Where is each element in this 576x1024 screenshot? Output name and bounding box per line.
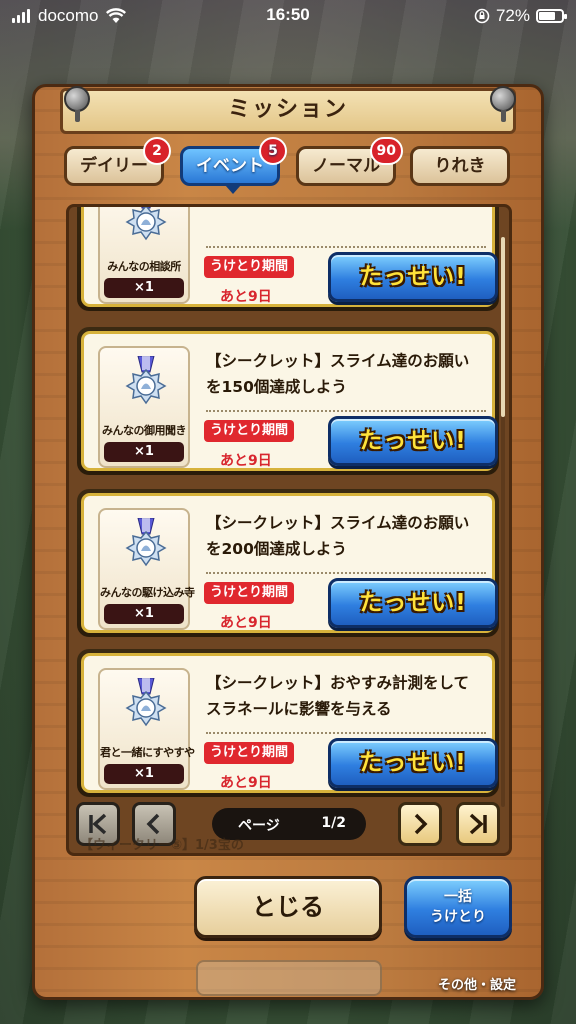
mission-description: 【シークレット】おやすみ計測をして スラネールに影響を与える <box>206 670 490 722</box>
mission-card-body: みんなの駆け込み寺 ×1 【シークレット】スライム達のお願い を200個達成しよ… <box>81 493 498 633</box>
medal-icon <box>125 207 167 241</box>
mission-card: みんなの御用聞き ×1 【シークレット】スライム達のお願い を150個達成しよう… <box>77 327 499 475</box>
divider <box>206 410 486 412</box>
reward-name: みんなの御用聞き <box>102 424 187 437</box>
other-settings-link[interactable]: その他・設定 <box>438 974 516 993</box>
chevron-left-icon <box>146 813 160 835</box>
achieve-button[interactable]: たっせい! <box>328 578 498 628</box>
mission-description-line1: 【シークレット】スライム達のお願い <box>206 352 470 370</box>
divider <box>206 572 486 574</box>
partially-hidden-mission: 【ウィークリー⑤】1/3宝の <box>80 838 244 853</box>
status-right: 72% <box>474 6 567 26</box>
period-label: うけとり期間 <box>204 420 295 442</box>
orientation-lock-icon <box>474 8 490 24</box>
mission-card-body: みんなの御用聞き ×1 【シークレット】スライム達のお願い を150個達成しよう… <box>81 331 498 471</box>
reward-quantity: ×1 <box>104 764 184 784</box>
reward-name: 君と一緒にすやすや <box>100 746 195 759</box>
scrollbar[interactable] <box>501 237 505 807</box>
divider <box>206 732 486 734</box>
medal-icon <box>125 678 167 727</box>
medal-icon <box>125 356 167 405</box>
remaining-days: あと9日 <box>220 289 272 305</box>
badge-count: 5 <box>259 137 287 165</box>
mission-description-line2: を150個達成しよう <box>206 378 347 396</box>
period-label: うけとり期間 <box>204 742 295 764</box>
remaining-days: あと9日 <box>220 615 272 631</box>
mission-list[interactable]: みんなの相談所 ×1 を100個達成しよう うけとり期間 あと9日 たっせい! <box>66 204 512 856</box>
reward-box: みんなの駆け込み寺 ×1 <box>98 508 195 630</box>
tab-label: ノーマル <box>312 156 380 176</box>
reward-quantity: ×1 <box>104 278 184 298</box>
mission-description-line2: スラネールに影響を与える <box>206 700 392 718</box>
mission-description: 【シークレット】スライム達のお願い を200個達成しよう <box>206 510 490 562</box>
reward-name: みんなの相談所 <box>107 260 181 273</box>
reward-box: みんなの相談所 ×1 <box>98 207 190 304</box>
mission-description-line1: 【シークレット】おやすみ計測をして <box>206 674 470 692</box>
mission-list-inner: みんなの相談所 ×1 を100個達成しよう うけとり期間 あと9日 たっせい! <box>69 207 509 853</box>
badge-count: 2 <box>143 137 171 165</box>
reward-name: みんなの駆け込み寺 <box>100 586 195 599</box>
divider <box>206 246 486 248</box>
reward-quantity: ×1 <box>104 604 184 624</box>
last-page-icon <box>469 813 487 835</box>
mission-description-line1: 【シークレット】スライム達のお願い <box>206 514 470 532</box>
first-page-icon <box>89 813 107 835</box>
pin-left-icon <box>64 86 90 122</box>
mission-description-line1: を100個達成しよう <box>206 207 490 210</box>
reward-quantity: ×1 <box>104 442 184 462</box>
status-bar: docomo 16:50 72% <box>0 0 576 34</box>
mission-description: を100個達成しよう <box>206 207 490 210</box>
mission-description: 【シークレット】スライム達のお願い を150個達成しよう <box>206 348 490 400</box>
badge-count: 90 <box>369 137 403 165</box>
achieve-button[interactable]: たっせい! <box>328 252 498 302</box>
battery-fill <box>539 12 555 20</box>
remaining-days: あと9日 <box>220 453 272 469</box>
achieve-button[interactable]: たっせい! <box>328 416 498 466</box>
chevron-right-icon <box>414 813 428 835</box>
reward-box: 君と一緒にすやすや ×1 <box>98 668 195 790</box>
collect-all-line2: うけとり <box>430 909 486 925</box>
pin-right-icon <box>490 86 516 122</box>
mission-card: みんなの駆け込み寺 ×1 【シークレット】スライム達のお願い を200個達成しよ… <box>77 489 499 637</box>
page-number: 1/2 <box>321 815 346 831</box>
mission-card-body: みんなの相談所 ×1 を100個達成しよう うけとり期間 あと9日 たっせい! <box>81 207 498 307</box>
tab-event[interactable]: イベント 5 <box>180 137 287 194</box>
mission-description-line2: を200個達成しよう <box>206 540 347 558</box>
page-title: ミッション <box>60 88 516 134</box>
medal-icon <box>125 518 167 567</box>
mission-card: みんなの相談所 ×1 を100個達成しよう うけとり期間 あと9日 たっせい! <box>77 207 499 311</box>
tab-normal[interactable]: ノーマル 90 <box>296 137 403 186</box>
scrollbar-thumb[interactable] <box>501 237 505 417</box>
tab-daily[interactable]: デイリー 2 <box>64 137 171 186</box>
reward-box: みんなの御用聞き ×1 <box>98 346 190 468</box>
collect-all-button[interactable]: 一括 うけとり <box>404 876 512 938</box>
tab-label: イベント <box>196 156 264 176</box>
page-label: ページ <box>238 818 280 834</box>
background-menu-bar <box>196 960 382 996</box>
battery-percent: 72% <box>495 6 530 25</box>
period-label: うけとり期間 <box>204 582 295 604</box>
achieve-button[interactable]: たっせい! <box>328 738 498 788</box>
close-button[interactable]: とじる <box>194 876 382 938</box>
tab-label: デイリー <box>80 156 148 176</box>
collect-all-line1: 一括 <box>444 889 472 905</box>
tab-label: りれき <box>434 156 486 176</box>
mission-card-body: 君と一緒にすやすや ×1 【シークレット】おやすみ計測をして スラネールに影響を… <box>81 653 498 793</box>
period-label: うけとり期間 <box>204 256 295 278</box>
mission-card: 君と一緒にすやすや ×1 【シークレット】おやすみ計測をして スラネールに影響を… <box>77 649 499 797</box>
tab-history[interactable]: りれき <box>410 146 510 186</box>
remaining-days: あと9日 <box>220 775 272 791</box>
battery-icon <box>536 9 567 23</box>
